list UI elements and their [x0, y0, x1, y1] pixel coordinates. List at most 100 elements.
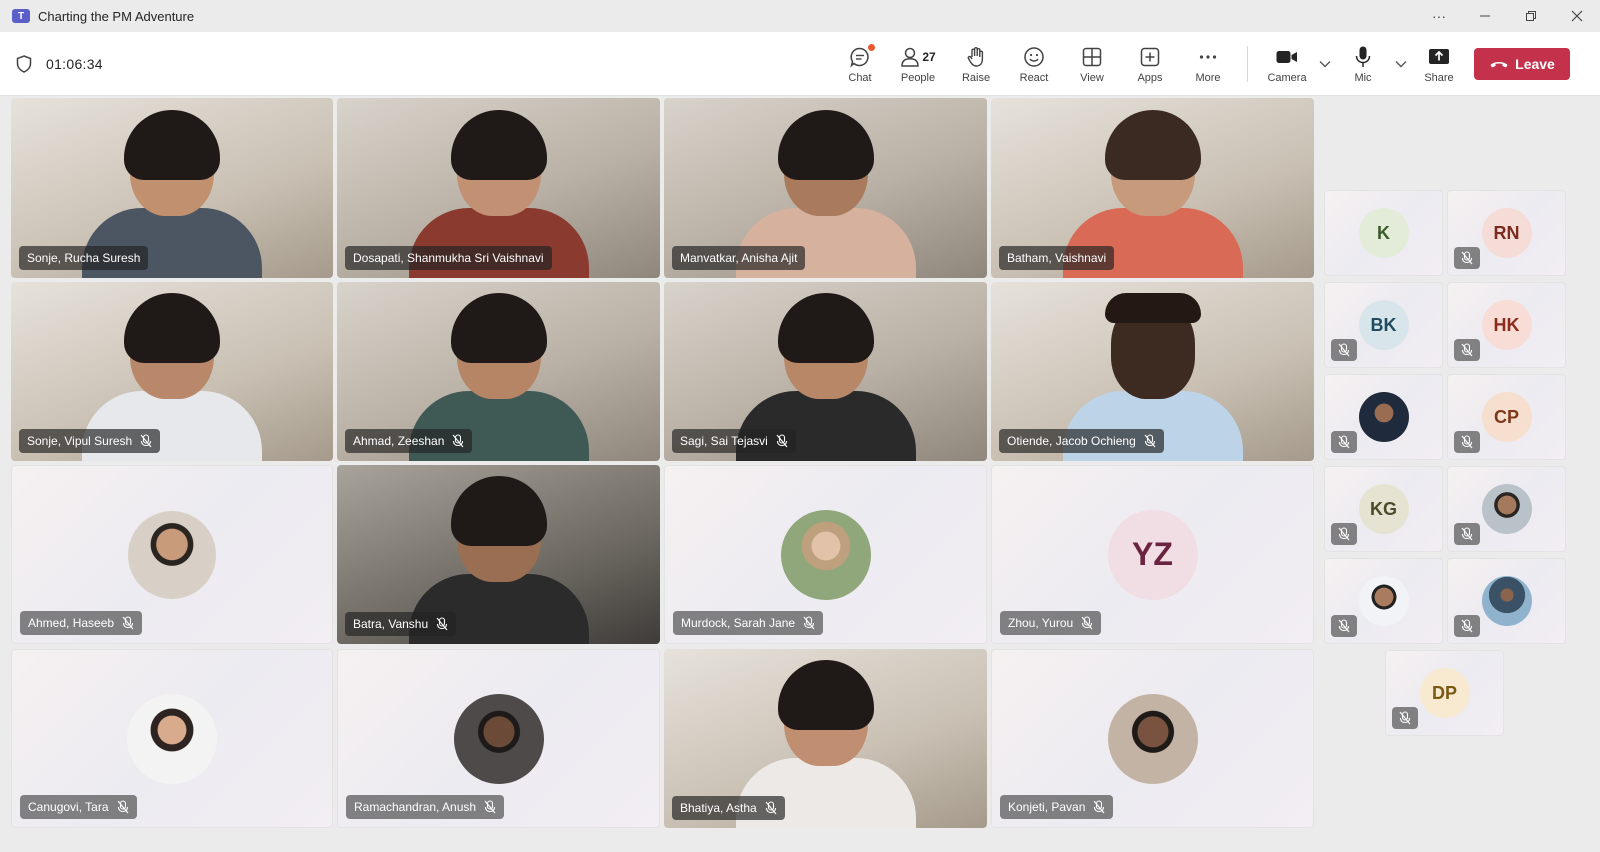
overflow-participant-tile[interactable]: K: [1324, 190, 1443, 276]
participant-name-chip: Otiende, Jacob Ochieng: [999, 429, 1164, 453]
overflow-participant-tile[interactable]: RN: [1447, 190, 1566, 276]
participant-tile[interactable]: Konjeti, Pavan: [991, 649, 1314, 828]
participant-tile[interactable]: Canugovi, Tara: [11, 649, 333, 828]
participant-avatar: [128, 510, 216, 599]
react-label: React: [1019, 71, 1049, 84]
mic-off-icon: [1331, 615, 1357, 637]
react-button[interactable]: React: [1005, 32, 1063, 96]
title-bar: T Charting the PM Adventure ···: [0, 0, 1600, 32]
mic-off-icon: [1454, 523, 1480, 545]
participant-name-chip: Dosapati, Shanmukha Sri Vaishnavi: [345, 246, 552, 270]
chat-label: Chat: [848, 71, 872, 84]
camera-label: Camera: [1267, 71, 1307, 84]
mic-off-icon: [1144, 434, 1156, 448]
participant-name: Murdock, Sarah Jane: [681, 616, 796, 630]
shield-icon: [16, 54, 32, 73]
raise-hand-button[interactable]: Raise: [947, 32, 1005, 96]
people-button[interactable]: 27 People: [889, 32, 947, 96]
participant-name: Batham, Vaishnavi: [1007, 251, 1107, 265]
leave-label: Leave: [1515, 56, 1555, 72]
mic-options-chevron-icon[interactable]: [1392, 32, 1410, 96]
mic-off-icon: [776, 434, 788, 448]
people-label: People: [900, 71, 936, 84]
participant-tile[interactable]: Ahmed, Haseeb: [11, 465, 333, 644]
mic-off-icon: [1331, 523, 1357, 545]
view-label: View: [1080, 71, 1104, 84]
participant-tile[interactable]: Dosapati, Shanmukha Sri Vaishnavi: [337, 98, 660, 278]
participant-name: Konjeti, Pavan: [1008, 800, 1086, 814]
participant-tile[interactable]: Sagi, Sai Tejasvi: [664, 282, 987, 461]
apps-button[interactable]: Apps: [1121, 32, 1179, 96]
participant-avatar: [1481, 484, 1532, 534]
participant-tile[interactable]: Otiende, Jacob Ochieng: [991, 282, 1314, 461]
people-icon: [901, 47, 920, 67]
participant-name-chip: Sonje, Rucha Suresh: [19, 246, 149, 270]
close-button[interactable]: [1554, 0, 1600, 32]
view-button[interactable]: View: [1063, 32, 1121, 96]
overflow-participant-tile[interactable]: [1447, 466, 1566, 552]
participant-name-chip: Ramachandran, Anush: [346, 795, 505, 819]
meeting-timer: 01:06:34: [46, 55, 103, 72]
mic-off-icon: [452, 434, 464, 448]
minimize-button[interactable]: [1462, 0, 1508, 32]
mic-off-icon: [1331, 431, 1357, 453]
chat-unread-badge: [868, 43, 875, 51]
participant-name-chip: Ahmed, Haseeb: [20, 611, 143, 635]
participant-avatar: [1358, 392, 1409, 442]
overflow-participant-tile[interactable]: [1324, 374, 1443, 460]
overflow-participant-tile[interactable]: CP: [1447, 374, 1566, 460]
participant-tile[interactable]: Sonje, Vipul Suresh: [11, 282, 333, 461]
smiley-icon: [1024, 46, 1044, 67]
mic-label: Mic: [1354, 71, 1372, 84]
window-more-button[interactable]: ···: [1416, 0, 1462, 32]
participant-initials-avatar: K: [1358, 208, 1409, 258]
mic-off-icon: [1454, 339, 1480, 361]
overflow-participant-tile[interactable]: [1324, 558, 1443, 644]
participant-tile[interactable]: Murdock, Sarah Jane: [664, 465, 987, 644]
raise-label: Raise: [961, 71, 991, 84]
participant-tile[interactable]: Bhatiya, Astha: [664, 649, 987, 828]
mic-off-icon: [1331, 339, 1357, 361]
participant-tile[interactable]: Sonje, Rucha Suresh: [11, 98, 333, 278]
participant-tile[interactable]: YZ Zhou, Yurou: [991, 465, 1314, 644]
camera-button[interactable]: Camera: [1258, 32, 1316, 96]
share-label: Share: [1424, 71, 1454, 84]
apps-label: Apps: [1137, 71, 1163, 84]
participant-tile[interactable]: Batra, Vanshu: [337, 465, 660, 644]
mic-off-icon: [1454, 247, 1480, 269]
overflow-participant-tile[interactable]: HK: [1447, 282, 1566, 368]
meeting-toolbar: 01:06:34 Chat 27 People Raise React View…: [0, 32, 1600, 96]
participant-tile[interactable]: Ahmad, Zeeshan: [337, 282, 660, 461]
overflow-participant-tile[interactable]: DP: [1385, 650, 1504, 736]
participant-tile[interactable]: Ramachandran, Anush: [337, 649, 660, 828]
grid-view-icon: [1082, 47, 1102, 66]
participant-tile[interactable]: Manvatkar, Anisha Ajit: [664, 98, 987, 278]
mic-off-icon: [803, 616, 815, 630]
participant-name: Ahmed, Haseeb: [28, 616, 115, 630]
participant-name: Zhou, Yurou: [1008, 616, 1074, 630]
chat-button[interactable]: Chat: [831, 32, 889, 96]
leave-button[interactable]: Leave: [1474, 48, 1570, 80]
mic-button[interactable]: Mic: [1334, 32, 1392, 96]
teams-logo-icon: T: [12, 9, 30, 23]
overflow-participant-tile[interactable]: BK: [1324, 282, 1443, 368]
overflow-participant-tile[interactable]: KG: [1324, 466, 1443, 552]
share-button[interactable]: Share: [1410, 32, 1468, 96]
participant-name-chip: Batra, Vanshu: [345, 612, 457, 636]
camera-options-chevron-icon[interactable]: [1316, 32, 1334, 96]
mic-off-icon: [1392, 707, 1418, 729]
participant-name-chip: Sonje, Vipul Suresh: [19, 429, 161, 453]
overflow-participant-tile[interactable]: [1447, 558, 1566, 644]
participant-name: Bhatiya, Astha: [680, 801, 757, 815]
participant-tile[interactable]: Batham, Vaishnavi: [991, 98, 1314, 278]
more-button[interactable]: More: [1179, 32, 1237, 96]
mic-off-icon: [122, 616, 134, 630]
participant-initials-avatar: RN: [1481, 208, 1532, 258]
restore-button[interactable]: [1508, 0, 1554, 32]
participant-name-chip: Canugovi, Tara: [20, 795, 137, 819]
participant-name: Ramachandran, Anush: [354, 800, 477, 814]
apps-plus-icon: [1140, 47, 1160, 66]
participant-name: Sonje, Rucha Suresh: [27, 251, 141, 265]
participant-name-chip: Bhatiya, Astha: [672, 796, 785, 820]
window-controls: ···: [1416, 0, 1600, 32]
